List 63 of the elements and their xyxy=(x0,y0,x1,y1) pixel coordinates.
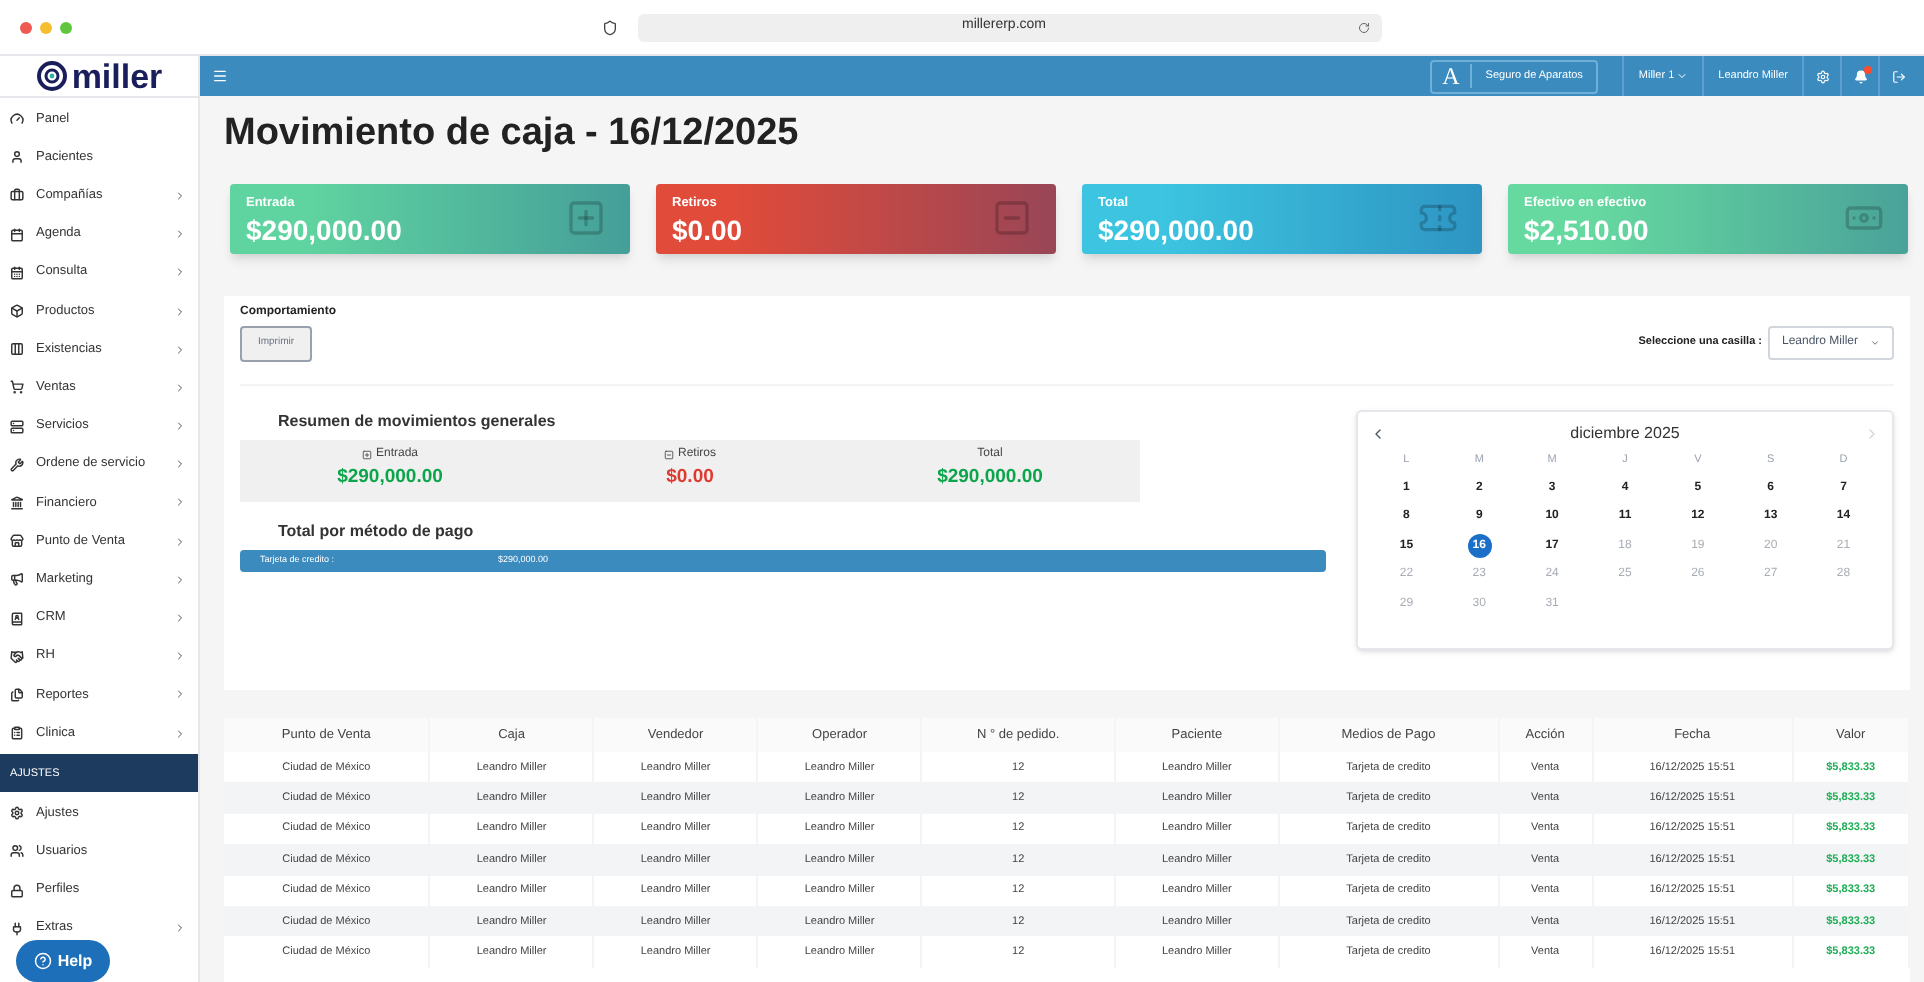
close-window-icon[interactable] xyxy=(20,21,32,33)
caret-icon xyxy=(1676,70,1689,82)
previous-month-icon[interactable] xyxy=(1370,426,1386,442)
plus-square-icon xyxy=(566,198,606,238)
maximize-window-icon[interactable] xyxy=(60,21,72,33)
calendar-icon xyxy=(10,265,24,280)
help-icon xyxy=(33,952,52,970)
chevron-icon xyxy=(174,573,186,586)
page-title: Movimiento de caja - 16/12/2025 xyxy=(224,110,801,158)
logo-icon xyxy=(35,60,68,92)
shield-icon[interactable] xyxy=(602,19,618,35)
notifications-button[interactable] xyxy=(1853,69,1867,83)
summary-value: $290,000.00 xyxy=(937,464,1043,492)
cart-icon xyxy=(10,380,24,395)
plug-icon xyxy=(10,921,24,936)
handshake-icon xyxy=(10,649,24,664)
server-icon xyxy=(10,419,24,434)
briefcase-icon xyxy=(10,188,24,203)
gauge-icon xyxy=(10,112,24,127)
plus-square-icon xyxy=(361,450,372,460)
chevron-icon xyxy=(174,612,186,625)
chevron-icon xyxy=(174,189,186,202)
chevron-icon xyxy=(174,535,186,548)
chevron-icon xyxy=(174,922,186,935)
help-button[interactable]: Help xyxy=(16,940,110,982)
chevron-icon xyxy=(174,381,186,394)
chevron-icon xyxy=(174,343,186,356)
chevron-icon xyxy=(174,228,186,241)
chevron-icon xyxy=(174,305,186,318)
bank-icon xyxy=(10,495,24,510)
minus-square-icon xyxy=(992,198,1032,238)
user-icon xyxy=(10,150,24,165)
summary-title: Resumen de movimientos generales xyxy=(276,410,558,434)
clipboard-icon xyxy=(10,726,24,741)
calendar-month: diciembre 2025 xyxy=(1570,422,1680,446)
reload-icon[interactable] xyxy=(1358,21,1370,33)
payment-title: Total por método de pago xyxy=(276,520,476,544)
contact-book-icon xyxy=(10,611,24,626)
megaphone-icon xyxy=(10,572,24,587)
store-icon xyxy=(10,534,24,549)
chevron-icon xyxy=(174,266,186,279)
summary-value: $0.00 xyxy=(666,464,714,492)
chevron-icon xyxy=(174,496,186,509)
calendar-icon xyxy=(10,227,24,242)
settings-icon xyxy=(10,806,24,821)
chevron-icon xyxy=(174,650,186,663)
chevron-icon xyxy=(174,420,186,433)
box-icon xyxy=(10,304,24,319)
settings-icon[interactable] xyxy=(1815,69,1829,83)
chevron-icon xyxy=(174,727,186,740)
chevron-icon xyxy=(174,458,186,471)
summary-value: $290,000.00 xyxy=(337,464,443,492)
wrench-icon xyxy=(10,457,24,472)
logo-text: miller xyxy=(71,59,163,93)
logout-icon[interactable] xyxy=(1891,69,1905,83)
minus-square-icon xyxy=(663,450,674,460)
chevron-icon xyxy=(174,688,186,701)
columns-icon xyxy=(10,342,24,357)
caret-icon xyxy=(1870,337,1880,347)
files-icon xyxy=(10,687,24,702)
lock-icon xyxy=(10,883,24,898)
users-icon xyxy=(10,844,24,859)
menu-icon[interactable] xyxy=(212,68,228,84)
